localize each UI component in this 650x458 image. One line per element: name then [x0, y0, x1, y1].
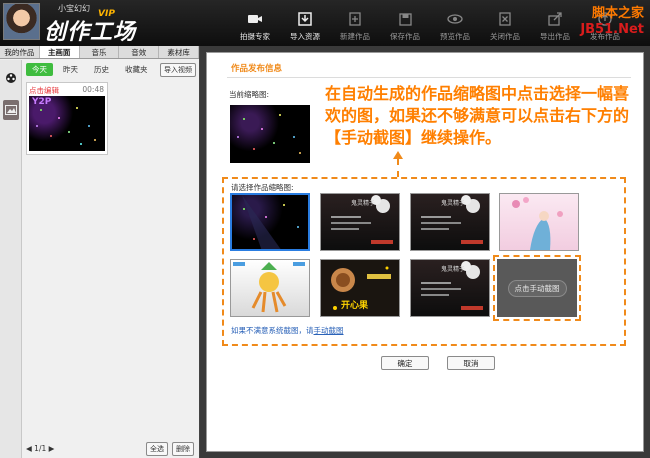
publish-panel: 作品发布信息 当前缩略图: 在自动生成的作品缩略图中点击选择一幅喜欢的图，如果还…: [206, 52, 644, 452]
date-filter-row: 今天 昨天 历史 收藏夹: [26, 63, 158, 76]
toolbar-export[interactable]: 导出作品: [530, 0, 580, 46]
main-toolbar: 拍摄专家 导入资源 新建作品 保存作品 预览作品 关闭作品 导出作品 发布作品: [230, 0, 630, 46]
app-logo: 创作工场: [44, 20, 137, 45]
toolbar-import[interactable]: 导入资源: [280, 0, 330, 46]
instruction-annotation: 在自动生成的作品缩略图中点击选择一幅喜欢的图，如果还不够满意可以点击右下方的【手…: [325, 84, 630, 147]
eye-icon: [447, 12, 463, 26]
filter-today[interactable]: 今天: [26, 63, 53, 76]
toolbar-label: 拍摄专家: [240, 32, 270, 41]
watermark-url: JB51.Net: [580, 22, 644, 37]
thumbnail-caption: 鬼灵精子: [441, 200, 466, 207]
left-tabs: 我的作品 主画面 音乐 音效 素材库: [0, 46, 199, 59]
manual-capture-hint: 如果不满意系统截图，请手动截图: [231, 325, 344, 336]
work-card-title[interactable]: 点击编辑: [29, 85, 59, 96]
watermark-text: 脚本之家: [591, 6, 644, 21]
arrow-line: [397, 159, 399, 177]
close-icon: [497, 12, 513, 26]
hint-text: 如果不满意系统截图，请: [231, 326, 314, 335]
toolbar-label: 导入资源: [290, 32, 320, 41]
toolbar-preview[interactable]: 预览作品: [430, 0, 480, 46]
left-panel: 我的作品 主画面 音乐 音效 素材库 今天 昨天 历史 收藏夹 导入视频 点击编…: [0, 46, 200, 458]
tab-my-works[interactable]: 我的作品: [0, 46, 40, 58]
tab-main-screen[interactable]: 主画面: [39, 46, 80, 58]
next-page-icon[interactable]: ▶: [49, 444, 55, 453]
manual-capture-button[interactable]: 点击手动截图: [497, 259, 577, 317]
cancel-button[interactable]: 取消: [447, 356, 495, 370]
arrow-up-icon: [393, 151, 403, 159]
page-indicator: 1/1: [34, 444, 47, 453]
filter-yesterday[interactable]: 昨天: [57, 63, 84, 76]
divider: [227, 77, 631, 78]
delete-button[interactable]: 删除: [172, 442, 194, 456]
avatar[interactable]: [3, 3, 40, 40]
filter-history[interactable]: 历史: [88, 63, 115, 76]
thumbnail-option[interactable]: 开心果: [320, 259, 400, 317]
manual-capture-label: 点击手动截图: [507, 279, 567, 297]
manual-capture-link[interactable]: 手动截图: [314, 326, 344, 335]
import-icon: [297, 12, 313, 26]
thumbnail-option[interactable]: 鬼灵精子: [410, 259, 490, 317]
thumbnail-caption: 鬼灵精子: [351, 200, 376, 207]
thumbnail-option[interactable]: 鬼灵精子: [320, 193, 400, 251]
thumbnail-option[interactable]: 鬼灵精子: [410, 193, 490, 251]
toolbar-camera-expert[interactable]: 拍摄专家: [230, 0, 280, 46]
toolbar-label: 预览作品: [440, 32, 470, 41]
tab-materials[interactable]: 素材库: [159, 46, 199, 58]
work-card-duration: 00:48: [82, 85, 104, 94]
side-strip: [0, 60, 22, 458]
thumbnail-caption: 鬼灵精子: [441, 266, 466, 273]
filter-favorites[interactable]: 收藏夹: [119, 63, 154, 76]
ok-button[interactable]: 确定: [381, 356, 429, 370]
username: 小宝幻幻: [58, 4, 90, 13]
work-card[interactable]: 点击编辑 00:48 Y2P: [26, 82, 108, 155]
work-card-thumbnail[interactable]: Y2P: [29, 96, 105, 151]
tab-music[interactable]: 音乐: [80, 46, 120, 58]
section-title: 作品发布信息: [231, 64, 283, 74]
current-thumbnail: [230, 105, 310, 163]
thumbnail-option[interactable]: [499, 193, 579, 251]
select-all-button[interactable]: 全选: [146, 442, 168, 456]
pager: ◀ 1/1 ▶: [26, 444, 54, 453]
toolbar-label: 保存作品: [390, 32, 420, 41]
choose-thumbnail-label: 请选择作品缩略图:: [231, 183, 294, 192]
new-icon: [347, 12, 363, 26]
toolbar-save[interactable]: 保存作品: [380, 0, 430, 46]
tab-sound-effects[interactable]: 音效: [119, 46, 160, 58]
film-icon[interactable]: [3, 68, 19, 88]
toolbar-label: 关闭作品: [490, 32, 520, 41]
toolbar-label: 导出作品: [540, 32, 570, 41]
app-header: 小宝幻幻 VIP 创作工场 拍摄专家 导入资源 新建作品 保存作品 预览作品 关…: [0, 0, 650, 46]
export-icon: [547, 12, 563, 26]
toolbar-new[interactable]: 新建作品: [330, 0, 380, 46]
current-thumbnail-label: 当前缩略图:: [229, 90, 270, 99]
toolbar-close[interactable]: 关闭作品: [480, 0, 530, 46]
import-video-button[interactable]: 导入视频: [160, 63, 196, 77]
thumbnail-caption: 开心果: [341, 301, 369, 311]
toolbar-label: 新建作品: [340, 32, 370, 41]
thumbnail-option[interactable]: [230, 193, 310, 251]
image-icon[interactable]: [3, 100, 19, 120]
prev-page-icon[interactable]: ◀: [26, 444, 32, 453]
save-icon: [397, 12, 413, 26]
camera-icon: [247, 12, 263, 26]
thumbnail-option[interactable]: [230, 259, 310, 317]
